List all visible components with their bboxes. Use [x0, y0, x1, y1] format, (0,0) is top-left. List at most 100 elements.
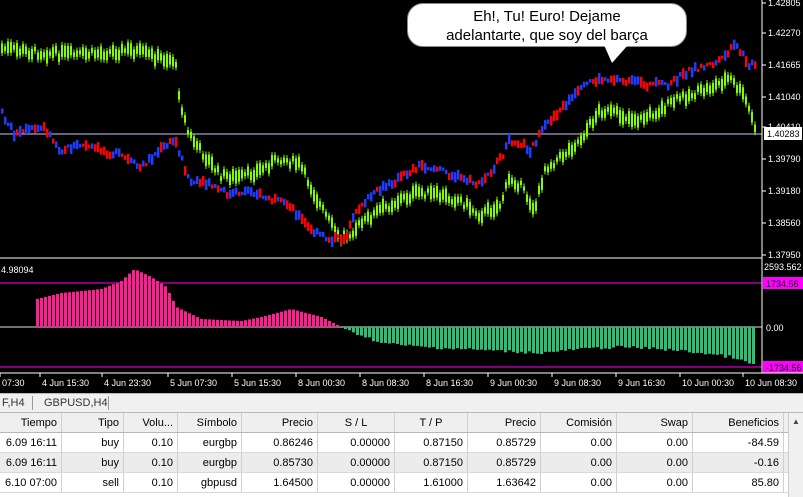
- candle-body: [556, 157, 558, 162]
- candle-body: [298, 210, 301, 220]
- candle-body: [628, 111, 630, 125]
- candle-body: [361, 202, 364, 207]
- candle-body: [730, 43, 733, 50]
- candle-body: [310, 224, 313, 235]
- histogram-bar: [452, 327, 455, 350]
- histogram-bar: [568, 327, 571, 349]
- histogram-bar: [696, 327, 699, 353]
- tab-separator: [108, 396, 109, 410]
- candle-body: [517, 183, 519, 192]
- candle-body: [247, 186, 250, 194]
- candle-body: [634, 76, 637, 86]
- candle-body: [451, 171, 454, 181]
- candle-body: [526, 194, 528, 202]
- candle-body: [598, 104, 600, 115]
- candle-body: [211, 156, 213, 171]
- candle-body: [520, 142, 523, 148]
- candle-body: [37, 125, 40, 133]
- col-header-swap[interactable]: Swap: [617, 413, 693, 432]
- col-header-commission[interactable]: Comisión: [541, 413, 617, 432]
- candle-body: [598, 73, 601, 84]
- candle-body: [694, 62, 697, 72]
- candle-body: [64, 45, 66, 57]
- tab-eurgbp-h4[interactable]: F,H4: [2, 397, 25, 409]
- candle-body: [223, 169, 225, 177]
- table-scrollbar[interactable]: ▲: [788, 413, 803, 497]
- histogram-bar: [148, 276, 151, 327]
- candle-body: [676, 94, 678, 99]
- price-chart[interactable]: 1.428051.422701.416651.410401.404101.397…: [0, 0, 803, 393]
- candle-body: [4, 116, 7, 125]
- time-tick-label: 8 Jun 08:30: [362, 378, 409, 388]
- candle-body: [652, 113, 654, 119]
- candle-body: [220, 176, 222, 182]
- candle-body: [55, 141, 58, 148]
- col-header-symbol[interactable]: Símbolo: [178, 413, 242, 432]
- candle-body: [622, 77, 625, 85]
- histogram-bar: [608, 327, 611, 350]
- candle-body: [442, 167, 445, 171]
- candle-body: [574, 142, 576, 152]
- candle-body: [100, 147, 103, 155]
- candle-body: [82, 143, 85, 147]
- candle-body: [544, 120, 547, 130]
- candle-body: [49, 51, 51, 56]
- col-header-volume[interactable]: Volu...: [124, 413, 178, 432]
- cell-tp: 0.87150: [395, 433, 468, 452]
- speech-bubble-tail: [604, 45, 628, 63]
- candle-body: [565, 101, 568, 111]
- candle-body: [175, 136, 178, 148]
- histogram-bar: [676, 327, 679, 352]
- tab-gbpusd-h4[interactable]: GBPUSD,H4: [44, 397, 108, 409]
- histogram-bar: [60, 293, 63, 327]
- cell-price: 1.64500: [242, 473, 318, 492]
- col-header-type[interactable]: Tipo: [62, 413, 124, 432]
- candle-body: [418, 186, 420, 197]
- candle-body: [154, 54, 156, 67]
- histogram-bar: [100, 289, 103, 327]
- col-header-tp[interactable]: T / P: [395, 413, 468, 432]
- candle-body: [25, 123, 28, 135]
- table-row[interactable]: 6.09 16:11 buy 0.10 eurgbp 0.86246 0.000…: [0, 433, 803, 453]
- col-header-price[interactable]: Precio: [242, 413, 318, 432]
- candle-body: [211, 184, 214, 189]
- candle-body: [13, 130, 16, 142]
- candle-body: [13, 45, 15, 50]
- histogram-bar: [592, 327, 595, 348]
- histogram-bar: [352, 327, 355, 333]
- histogram-bar: [440, 327, 443, 350]
- scroll-up-icon[interactable]: ▲: [792, 417, 800, 426]
- candle-body: [91, 48, 93, 53]
- candle-body: [631, 113, 633, 127]
- candle-body: [304, 167, 306, 175]
- candle-body: [262, 165, 264, 173]
- candle-body: [319, 231, 322, 237]
- histogram-bar: [308, 313, 311, 327]
- candle-body: [640, 114, 642, 120]
- candle-body: [226, 171, 228, 179]
- candle-body: [496, 199, 498, 214]
- col-header-sl[interactable]: S / L: [318, 413, 395, 432]
- candle-body: [682, 68, 685, 79]
- candle-body: [568, 94, 571, 105]
- col-header-time[interactable]: Tiempo: [0, 413, 62, 432]
- histogram-bar: [472, 327, 475, 350]
- histogram-bar: [208, 319, 211, 327]
- cell-swap: 0.00: [617, 433, 693, 452]
- histogram-bar: [172, 301, 175, 327]
- col-header-profit[interactable]: Beneficios: [693, 413, 784, 432]
- table-row[interactable]: 6.10 07:00 sell 0.10 gbpusd 1.64500 0.00…: [0, 473, 803, 493]
- candle-body: [214, 168, 216, 173]
- histogram-bar: [496, 327, 499, 351]
- histogram-bar: [168, 293, 171, 327]
- histogram-bar: [576, 327, 579, 349]
- table-row[interactable]: 6.09 16:11 buy 0.10 eurgbp 0.85730 0.000…: [0, 453, 803, 473]
- candle-body: [34, 46, 36, 52]
- candle-body: [433, 165, 436, 173]
- histogram-bar: [428, 327, 431, 348]
- speech-line-1: Eh!, Tu! Euro! Dejame: [473, 8, 621, 25]
- candle-body: [70, 45, 72, 56]
- col-header-current-price[interactable]: Precio: [468, 413, 541, 432]
- histogram-bar: [116, 282, 119, 327]
- candle-body: [637, 76, 640, 85]
